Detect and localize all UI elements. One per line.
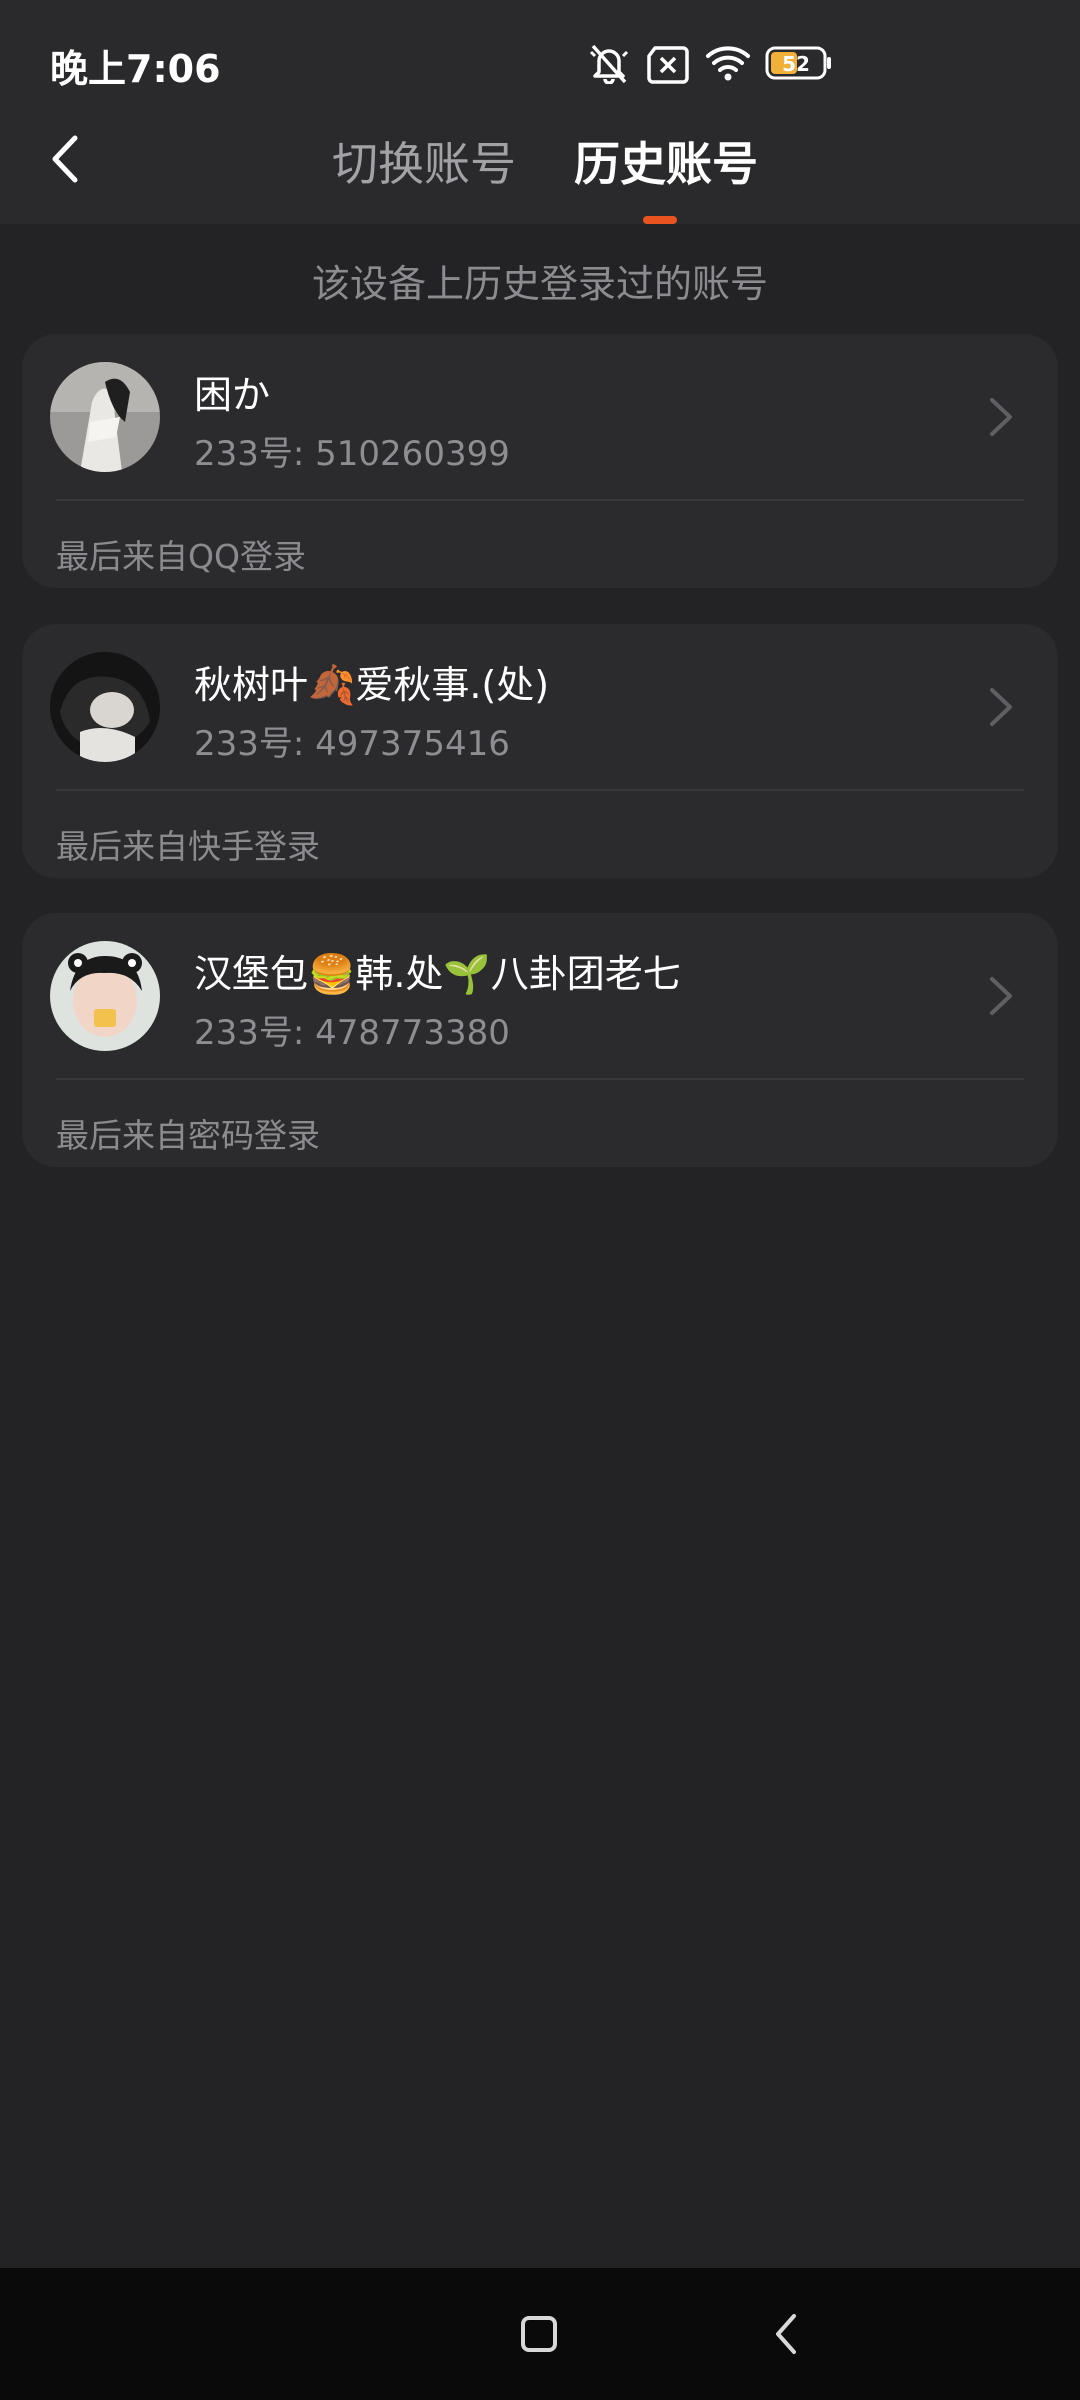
login-source: 最后来自快手登录 [56, 827, 320, 866]
chevron-left-icon [52, 135, 78, 183]
wifi-icon [706, 46, 750, 81]
account-id: 233号: 497375416 [194, 724, 510, 764]
avatar [50, 652, 160, 762]
home-square-icon[interactable] [521, 2316, 557, 2352]
account-id: 233号: 510260399 [194, 434, 510, 474]
account-card[interactable]: 汉堡包🍔韩.处🌱八卦团老七 233号: 478773380 最后来自密码登录 [22, 913, 1058, 1167]
divider [56, 499, 1024, 501]
chevron-right-icon [990, 688, 1012, 726]
active-tab-indicator [643, 216, 677, 224]
divider [56, 789, 1024, 791]
login-source: 最后来自QQ登录 [56, 537, 306, 576]
top-bar: 晚上7:06 52 切换账号 历史账号 [0, 0, 1080, 224]
battery-icon: 52 [765, 46, 833, 80]
login-source: 最后来自密码登录 [56, 1116, 320, 1155]
account-id: 233号: 478773380 [194, 1013, 510, 1053]
back-button[interactable] [40, 128, 90, 190]
account-card[interactable]: 秋树叶🍂爱秋事.(处) 233号: 497375416 最后来自快手登录 [22, 624, 1058, 878]
back-triangle-icon[interactable] [770, 2312, 802, 2356]
tab-history-account[interactable]: 历史账号 [574, 128, 758, 194]
tab-switch-account[interactable]: 切换账号 [332, 128, 516, 194]
avatar [50, 362, 160, 472]
page-subtitle: 该设备上历史登录过的账号 [311, 262, 768, 306]
account-name: 困か [194, 373, 271, 417]
avatar [50, 941, 160, 1051]
chevron-right-icon [990, 977, 1012, 1015]
status-time: 晚上7:06 [50, 47, 221, 91]
battery-level-text: 52 [782, 52, 810, 76]
system-nav-bar [0, 2268, 1080, 2400]
account-card[interactable]: 困か 233号: 510260399 最后来自QQ登录 [22, 334, 1058, 588]
divider [56, 1078, 1024, 1080]
account-name: 秋树叶🍂爱秋事.(处) [194, 663, 550, 707]
chevron-right-icon [990, 398, 1012, 436]
account-name: 汉堡包🍔韩.处🌱八卦团老七 [194, 952, 681, 996]
sim-x-icon [647, 46, 689, 84]
bell-muted-icon [589, 44, 629, 84]
